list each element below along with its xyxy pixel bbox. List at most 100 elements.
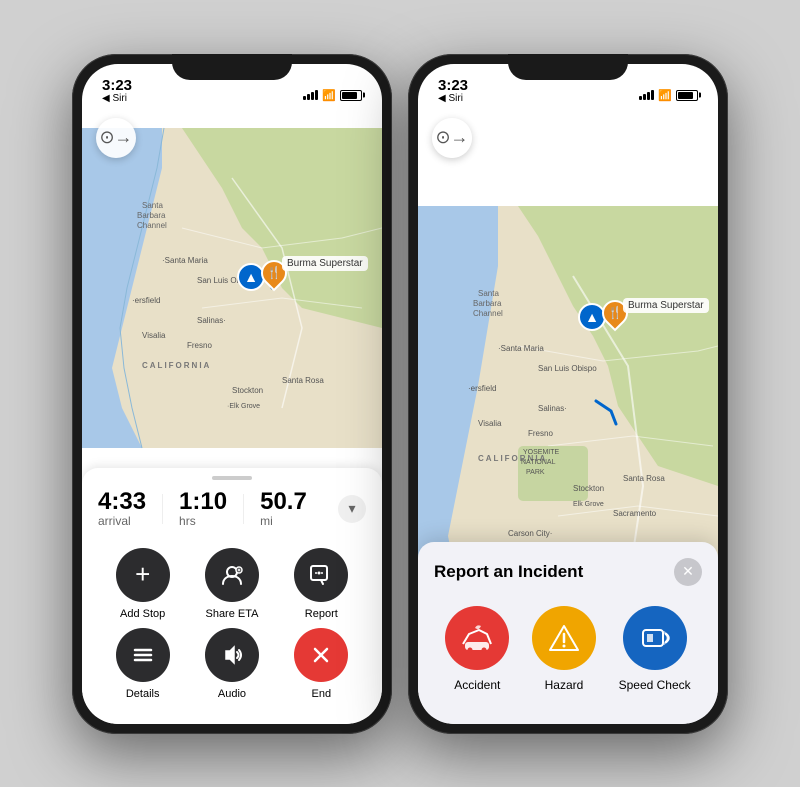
end-label: End [312,688,332,700]
details-button[interactable]: Details [116,628,170,700]
signal-bar-p2-2 [643,94,646,100]
report-button[interactable]: Report [294,548,348,620]
report-close-button[interactable]: ✕ [674,558,702,586]
audio-button[interactable]: Audio [205,628,259,700]
share-eta-button[interactable]: Share ETA [205,548,259,620]
pin-icon-2: 🍴 [608,306,623,320]
phone-1-time: 3:23 [102,78,132,93]
svg-text:Channel: Channel [473,309,503,318]
signal-bar-2 [307,94,310,100]
battery-icon-2 [676,90,698,101]
battery-icon [340,90,362,101]
svg-text:Salinas·: Salinas· [197,316,226,325]
end-button[interactable]: End [294,628,348,700]
pin-head-2: 🍴 [597,294,634,331]
phone-1: 3:23 ◀ Siri 📶 [72,54,392,734]
report-icon [294,548,348,602]
phone-1-notch [172,54,292,80]
back-button-2[interactable]: ⊙→ [432,118,472,158]
speed-check-label: Speed Check [619,678,691,692]
signal-bar-p2-3 [647,92,650,100]
expand-chevron-1[interactable]: ▾ [338,495,366,523]
phone-1-signal [303,90,318,100]
hazard-button[interactable]: Hazard [532,606,596,692]
svg-text:Elk Grove: Elk Grove [573,501,604,508]
signal-bar-p2-1 [639,96,642,100]
svg-text:Barbara: Barbara [473,299,502,308]
svg-text:·ersfield: ·ersfield [468,384,496,393]
nav-pin-arrow-2: ▲ [585,309,599,325]
svg-text:San Luis Obispo: San Luis Obispo [538,364,597,373]
accident-button[interactable]: Accident [445,606,509,692]
report-svg [309,563,333,587]
nav-miles-value: 50.7 [260,490,307,514]
phone-2-notch [508,54,628,80]
svg-text:·Santa Maria: ·Santa Maria [162,256,208,265]
nav-miles: 50.7 mi [260,490,307,528]
pin-head-1: 🍴 [256,254,293,291]
phone-2: 3:23 ◀ Siri 📶 [408,54,728,734]
svg-text:Fresno: Fresno [187,341,212,350]
hazard-svg [546,620,582,656]
wifi-icon: 📶 [322,89,336,102]
phone-1-inner: 3:23 ◀ Siri 📶 [82,64,382,724]
nav-arrival: 4:33 arrival [98,490,146,528]
speed-check-button[interactable]: Speed Check [619,606,691,692]
phone-2-siri: ◀ Siri [438,94,463,104]
phone-2-status-left: 3:23 ◀ Siri [438,78,468,104]
report-header: Report an Incident ✕ [434,558,702,586]
svg-text:Visalia: Visalia [478,419,502,428]
share-eta-label: Share ETA [205,608,258,620]
report-incident-panel: Report an Incident ✕ [418,542,718,724]
svg-text:Carson City·: Carson City· [508,529,552,538]
svg-text:·Santa Maria: ·Santa Maria [498,344,544,353]
action-row-2: Details Audio [98,628,366,700]
nav-hrs: 1:10 hrs [179,490,227,528]
svg-text:Channel: Channel [137,221,167,230]
action-buttons-1: + Add Stop [82,540,382,724]
nav-miles-label: mi [260,514,307,528]
destination-pin-1: 🍴 [260,256,288,290]
action-row-1: + Add Stop [98,548,366,620]
end-svg [309,643,333,667]
svg-text:Stockton: Stockton [573,484,604,493]
speed-check-svg [637,620,673,656]
panel-handle-1 [212,476,252,480]
hazard-icon-circle [532,606,596,670]
phones-container: 3:23 ◀ Siri 📶 [72,54,728,734]
add-stop-icon: + [116,548,170,602]
svg-text:Santa Rosa: Santa Rosa [282,376,324,385]
add-stop-button[interactable]: + Add Stop [116,548,170,620]
svg-text:Santa: Santa [142,201,163,210]
audio-svg [220,643,244,667]
svg-text:CALIFORNIA: CALIFORNIA [142,361,211,370]
accident-label: Accident [454,678,500,692]
svg-text:YOSEMITE: YOSEMITE [523,449,560,456]
signal-bar-1 [303,96,306,100]
accident-icon-circle [445,606,509,670]
svg-text:Visalia: Visalia [142,331,166,340]
back-icon-1: ⊙→ [99,127,132,148]
svg-text:Barbara: Barbara [137,211,166,220]
destination-pin-2: 🍴 [601,296,629,330]
phone-2-inner: 3:23 ◀ Siri 📶 [418,64,718,724]
nav-pin-arrow: ▲ [244,269,258,285]
pin-icon-1: 🍴 [267,266,282,280]
back-button-1[interactable]: ⊙→ [96,118,136,158]
phone-1-status-right: 📶 [303,89,362,104]
report-close-icon: ✕ [682,563,694,580]
report-title: Report an Incident [434,562,583,582]
map-svg-1: Santa Barbara Channel ·Santa Maria San L… [82,108,382,468]
nav-hrs-value: 1:10 [179,490,227,514]
bottom-panel-1: 4:33 arrival 1:10 hrs 50.7 mi ▾ [82,468,382,724]
phone-2-time: 3:23 [438,78,468,93]
hazard-label: Hazard [545,678,584,692]
share-eta-svg [219,562,245,588]
phone-1-siri: ◀ Siri [102,94,127,104]
add-stop-label: Add Stop [120,608,165,620]
svg-text:NATIONAL: NATIONAL [521,459,556,466]
svg-text:·ersfield: ·ersfield [132,296,160,305]
details-label: Details [126,688,160,700]
nav-divider-1 [162,494,163,524]
nav-arrival-label: arrival [98,514,146,528]
